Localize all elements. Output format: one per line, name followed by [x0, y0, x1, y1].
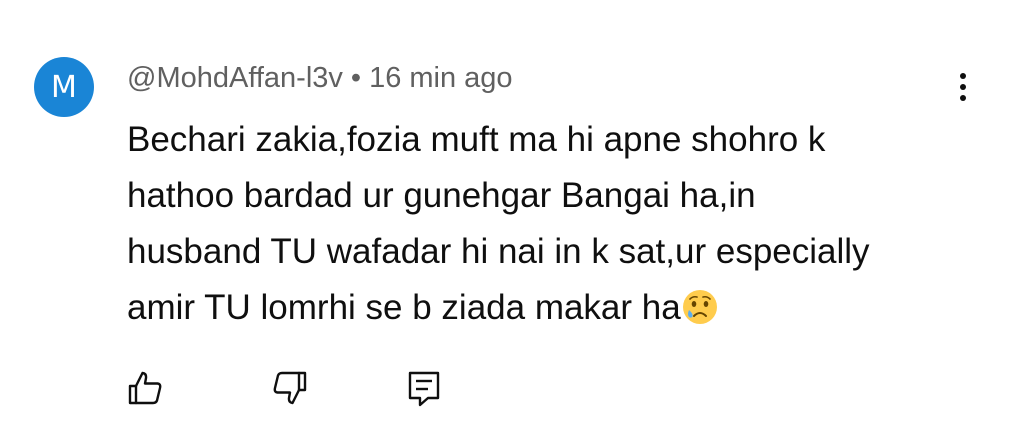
crying-face-icon — [682, 286, 718, 342]
comment-text-line: husband TU wafadar hi nai in k sat,ur es… — [127, 232, 870, 271]
comment-text-line: Bechari zakia,fozia muft ma hi apne shoh… — [127, 120, 826, 159]
comment-text: Bechari zakia,fozia muft ma hi apne shoh… — [127, 112, 987, 342]
more-vertical-icon[interactable] — [945, 65, 981, 109]
reply-comment-icon — [408, 371, 440, 407]
comment-header: @MohdAffan-l3v • 16 min ago — [127, 58, 513, 98]
author-handle[interactable]: @MohdAffan-l3v — [127, 62, 343, 95]
comment-timestamp: 16 min ago — [369, 61, 513, 94]
thumbs-down-icon — [273, 371, 307, 405]
comment-thread: M @MohdAffan-l3v • 16 min ago Bechari za… — [0, 0, 1024, 441]
avatar[interactable]: M — [34, 57, 94, 117]
reply-button[interactable] — [402, 366, 446, 410]
avatar-letter: M — [51, 69, 77, 105]
thumbs-up-icon — [128, 371, 162, 405]
like-button[interactable] — [123, 366, 167, 410]
meta-separator: • — [350, 61, 362, 94]
comment-text-line: hathoo bardad ur gunehgar Bangai ha,in — [127, 176, 756, 215]
dislike-button[interactable] — [268, 366, 312, 410]
comment-text-last-line: amir TU lomrhi se b ziada makar ha — [127, 280, 987, 342]
comment-text-line: amir TU lomrhi se b ziada makar ha — [127, 288, 681, 327]
